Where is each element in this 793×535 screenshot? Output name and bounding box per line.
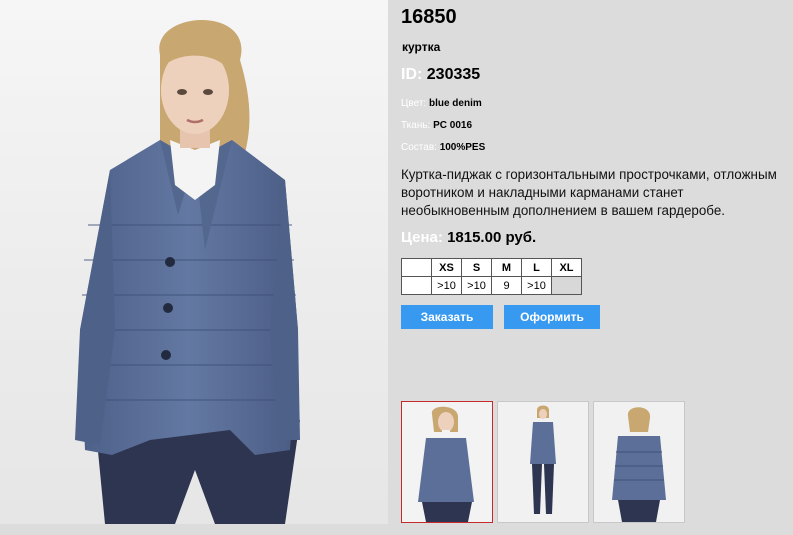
size-header-l: L bbox=[521, 258, 552, 277]
size-corner-cell bbox=[401, 258, 432, 277]
fabric-value: PC 0016 bbox=[433, 120, 473, 131]
size-header-row: XS S M L XL bbox=[401, 258, 582, 277]
product-fabric: Ткань: PC 0016 bbox=[401, 120, 472, 131]
size-header-xs: XS bbox=[431, 258, 462, 277]
full-length-photo-icon bbox=[498, 402, 588, 522]
product-color: Цвет: blue denim bbox=[401, 98, 482, 109]
product-composition: Состав: 100%PES bbox=[401, 142, 485, 153]
stock-l[interactable]: >10 bbox=[521, 276, 552, 295]
composition-label: Состав: bbox=[401, 142, 437, 153]
main-product-photo bbox=[0, 0, 388, 524]
price-label: Цена: bbox=[401, 229, 443, 246]
product-description: Куртка-пиджак с горизонтальными простроч… bbox=[401, 167, 777, 218]
product-type: куртка bbox=[402, 40, 441, 54]
size-header-xl: XL bbox=[551, 258, 582, 277]
checkout-button[interactable]: Оформить bbox=[504, 305, 600, 329]
product-id: ID: 230335 bbox=[401, 66, 480, 84]
price-value: 1815.00 руб. bbox=[447, 229, 537, 246]
stock-xs[interactable]: >10 bbox=[431, 276, 462, 295]
product-info-panel: 16850 куртка ID: 230335 Цвет: blue denim… bbox=[400, 0, 790, 535]
size-header-s: S bbox=[461, 258, 492, 277]
color-label: Цвет: bbox=[401, 98, 427, 109]
thumbnail-back-view[interactable] bbox=[593, 401, 685, 523]
product-id-value: 230335 bbox=[426, 66, 481, 83]
product-id-label: ID: bbox=[401, 66, 423, 83]
size-stock-row: >10 >10 9 >10 bbox=[401, 276, 582, 295]
fabric-label: Ткань: bbox=[401, 120, 431, 131]
thumbnail-front-closeup[interactable] bbox=[401, 401, 493, 523]
size-availability-table: XS S M L XL >10 >10 9 >10 bbox=[401, 258, 582, 295]
stock-xl bbox=[551, 276, 582, 295]
stock-s[interactable]: >10 bbox=[461, 276, 492, 295]
back-view-photo-icon bbox=[594, 402, 684, 522]
thumbnail-full-length[interactable] bbox=[497, 401, 589, 523]
product-sku-title: 16850 bbox=[401, 6, 457, 28]
product-price: Цена: 1815.00 руб. bbox=[401, 229, 536, 246]
order-button[interactable]: Заказать bbox=[401, 305, 493, 329]
size-header-m: M bbox=[491, 258, 522, 277]
color-value: blue denim bbox=[428, 98, 482, 109]
front-closeup-photo-icon bbox=[402, 402, 492, 522]
stock-corner-cell bbox=[401, 276, 432, 295]
composition-value: 100%PES bbox=[439, 142, 486, 153]
stock-m[interactable]: 9 bbox=[491, 276, 522, 295]
